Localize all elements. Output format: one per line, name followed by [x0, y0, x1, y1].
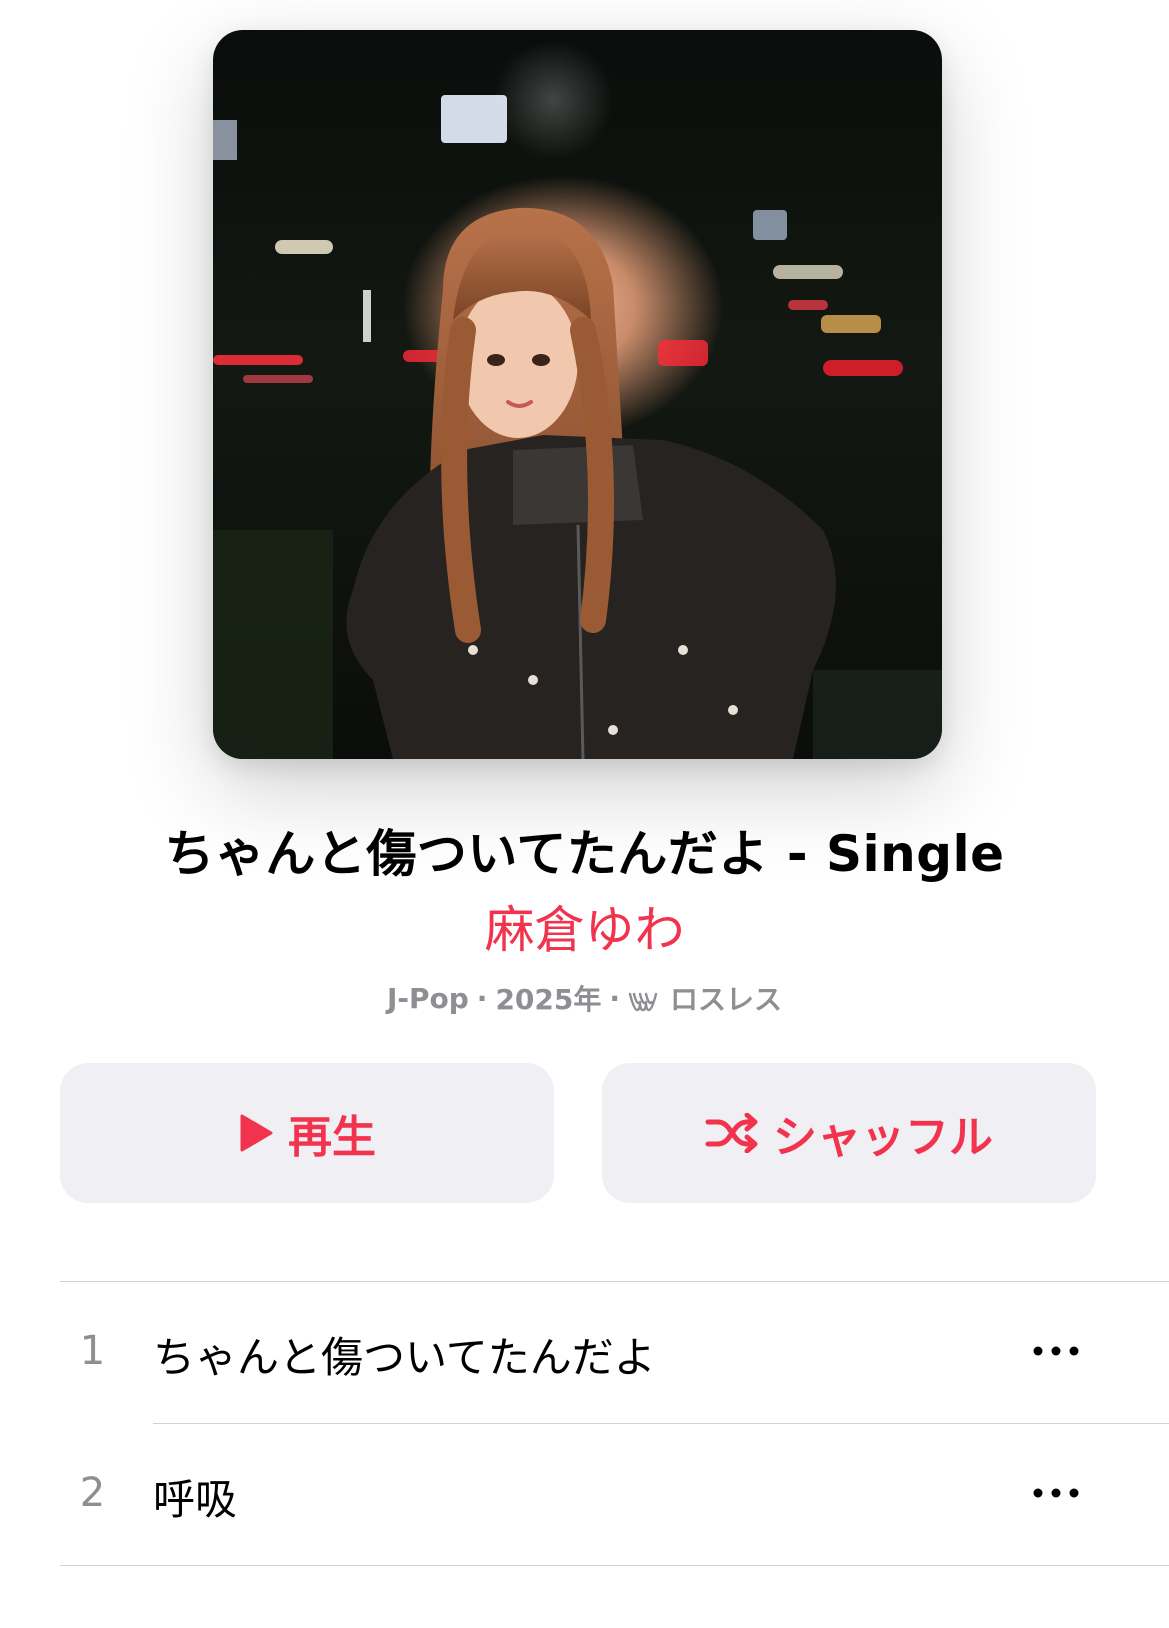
shuffle-icon	[705, 1113, 759, 1153]
play-button-label: 再生	[288, 1112, 376, 1163]
play-icon	[238, 1113, 274, 1153]
album-metadata: J-Pop · 2025年 · ロスレス	[0, 978, 1169, 1018]
album-artwork[interactable]	[213, 30, 942, 759]
lossless-label: ロスレス	[670, 983, 783, 1016]
more-options-button[interactable]	[1026, 1478, 1086, 1508]
artist-link[interactable]: 麻倉ゆわ	[0, 890, 1169, 962]
track-number: 2	[79, 1470, 106, 1516]
genre-label: J-Pop	[386, 981, 469, 1015]
track-row[interactable]: 2 呼吸	[0, 1424, 1169, 1564]
year-label: 2025年	[495, 983, 602, 1016]
play-button[interactable]: 再生	[60, 1063, 554, 1203]
shuffle-button[interactable]: シャッフル	[602, 1063, 1096, 1203]
album-page: ちゃんと傷ついてたんだよ - Single 麻倉ゆわ J-Pop · 2025年…	[0, 0, 1169, 1628]
shuffle-button-label: シャッフル	[773, 1112, 993, 1163]
lossless-icon	[628, 987, 662, 1012]
more-icon	[1033, 1346, 1079, 1356]
track-title: 呼吸	[153, 1475, 238, 1524]
more-icon	[1033, 1488, 1079, 1498]
track-number: 1	[79, 1328, 106, 1374]
meta-separator: ·	[609, 981, 621, 1015]
track-title: ちゃんと傷ついてたんだよ	[153, 1333, 656, 1382]
more-options-button[interactable]	[1026, 1336, 1086, 1366]
artwork-photo	[213, 40, 942, 759]
album-title: ちゃんと傷ついてたんだよ - Single	[164, 825, 1005, 883]
track-row[interactable]: 1 ちゃんと傷ついてたんだよ	[0, 1282, 1169, 1422]
meta-separator: ·	[476, 981, 488, 1015]
tracklist-bottom-divider	[60, 1565, 1169, 1566]
